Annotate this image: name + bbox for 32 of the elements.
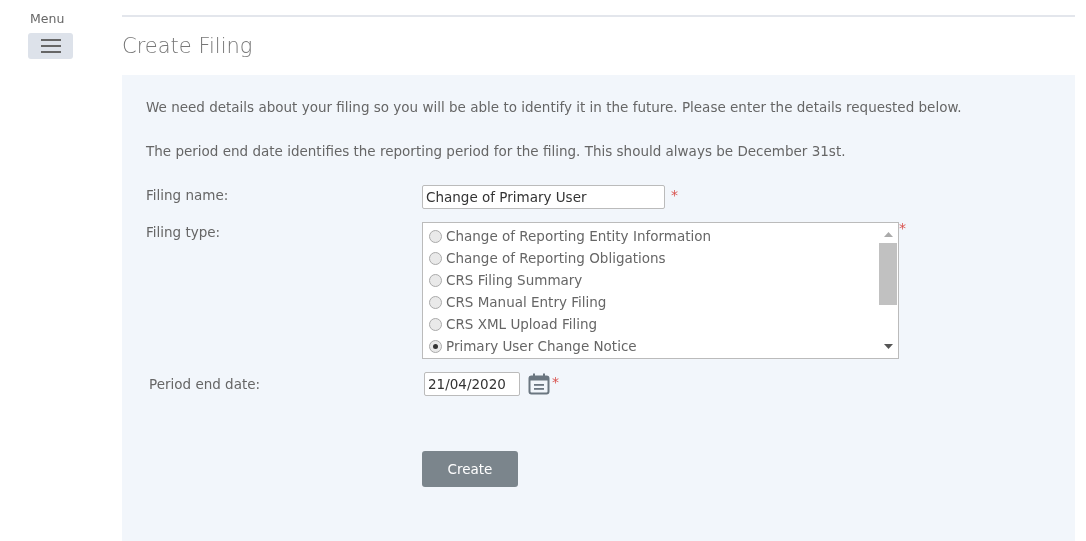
field-label: Filing type: (146, 223, 222, 242)
required-mark: * (899, 219, 906, 238)
scroll-up-icon[interactable] (883, 232, 893, 237)
required-mark: * (552, 373, 559, 392)
menu-icon (40, 38, 61, 53)
field-label: Filing name: (146, 186, 230, 205)
radio-button[interactable] (429, 317, 442, 331)
option-label: Change of Reporting Obligations (446, 248, 666, 268)
filing-name-field[interactable]: Change of Primary User (422, 185, 665, 209)
option-label: CRS Filing Summary (446, 270, 583, 290)
calendar-icon[interactable] (528, 373, 550, 395)
field-label: Period end date: (148, 374, 262, 394)
option-label: Primary User Change Notice (446, 336, 637, 356)
date-field[interactable]: 21/04/2020 (424, 372, 520, 396)
menu-button[interactable] (28, 32, 73, 59)
create-button[interactable]: Create (422, 451, 518, 487)
radio-button[interactable] (429, 295, 442, 309)
option-label: Change of Reporting Entity Information (446, 226, 712, 246)
page-title: Create Filing (122, 33, 254, 60)
option-label: CRS Manual Entry Filing (446, 292, 607, 312)
scroll-down-icon[interactable] (883, 344, 893, 349)
menu-label: Menu (30, 10, 66, 28)
filing-type-listbox[interactable]: Change of Reporting Entity Information Change of Reporting Obligations CRS Filing Summary CRS Manual Entry Filing CRS XML Upload Filing Primary User Change Notice (422, 222, 899, 359)
radio-button[interactable] (429, 229, 442, 243)
radio-button[interactable] (429, 251, 442, 265)
scroll-thumb[interactable] (879, 243, 897, 305)
option-label: CRS XML Upload Filing (446, 314, 598, 334)
intro-text: The period end date identifies the reporting period for the filing. This should always be December 31st. (146, 141, 847, 161)
intro-text: We need details about your filing so you will be able to identify it in the future. Please enter the details requested below. (146, 97, 963, 117)
radio-button[interactable] (429, 273, 442, 287)
required-mark: * (671, 186, 678, 205)
radio-button[interactable] (429, 339, 442, 353)
